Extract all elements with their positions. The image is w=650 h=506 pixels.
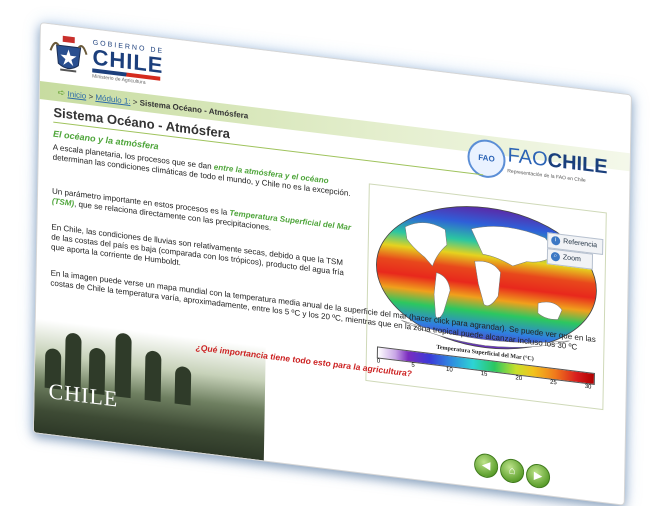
chile-coat-of-arms-icon: [49, 35, 88, 73]
zoom-button-label: Zoom: [562, 254, 581, 264]
arrow-right-icon[interactable]: ▶: [525, 462, 551, 490]
scale-tick-label: 25: [549, 379, 557, 387]
footer-tree: [174, 365, 192, 406]
breadcrumb-arrow-icon: ➪: [57, 87, 66, 99]
footer-tree: [144, 349, 162, 402]
info-icon: i: [551, 235, 561, 246]
fao-wordmark-a: FAO: [507, 144, 548, 172]
referencia-button-label: Referencia: [563, 238, 598, 250]
paragraph-1: A escala planetaria, los procesos que se…: [53, 143, 353, 200]
scale-tick-label: 30: [584, 383, 592, 391]
breadcrumb-link-module[interactable]: Módulo 1:: [95, 93, 130, 106]
scale-tick-label: 15: [480, 371, 488, 378]
arrow-left-icon[interactable]: ◀: [473, 452, 499, 480]
gobierno-de-chile-logo: GOBIERNO DE CHILE Ministerio de Agricult…: [92, 39, 164, 88]
footer-chile-brand: CHILE: [48, 378, 119, 412]
footer-landscape-image: CHILE: [33, 318, 266, 461]
home-icon[interactable]: ⌂: [499, 457, 525, 485]
content-card: GOBIERNO DE CHILE Ministerio de Agricult…: [32, 22, 632, 506]
breadcrumb-link-home[interactable]: Inicio: [68, 89, 87, 100]
scale-tick-label: 20: [515, 375, 523, 383]
magnifier-icon: ⌕: [550, 251, 561, 262]
scale-tick-label: 10: [446, 366, 453, 374]
